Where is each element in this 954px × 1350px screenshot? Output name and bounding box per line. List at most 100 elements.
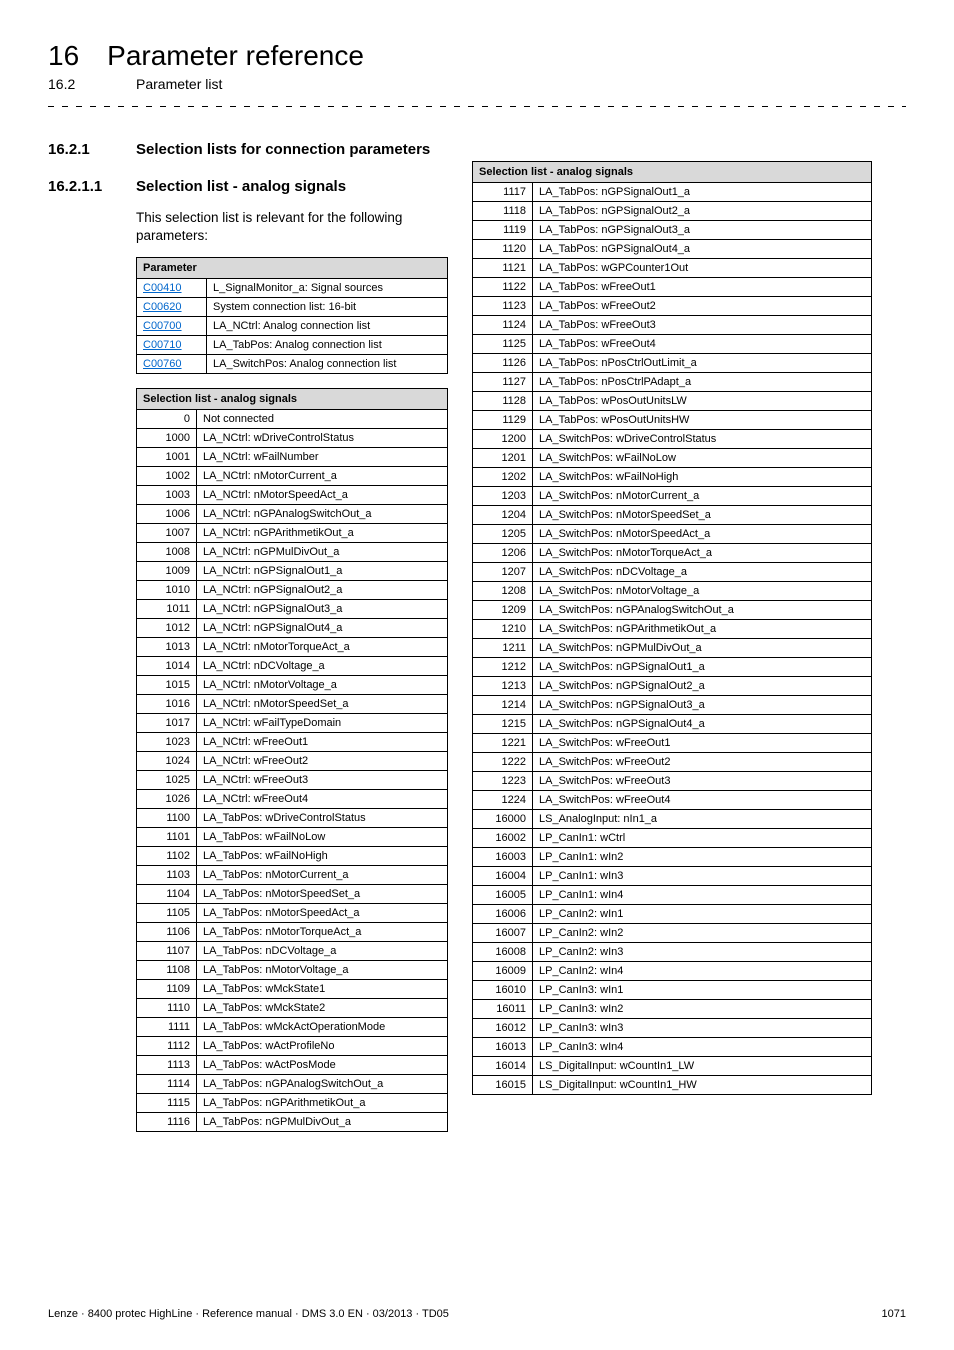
sel-text: LA_TabPos: wMckState2 (197, 999, 448, 1018)
sel-text: LA_TabPos: nMotorCurrent_a (197, 866, 448, 885)
sel-text: LA_SwitchPos: nMotorCurrent_a (533, 487, 872, 506)
sel-header-left: Selection list - analog signals (137, 389, 448, 410)
param-code-link[interactable]: C00620 (143, 301, 182, 313)
sel-text: LA_SwitchPos: wFreeOut2 (533, 753, 872, 772)
sel-number: 16000 (473, 810, 533, 829)
sel-number: 1016 (137, 695, 197, 714)
sel-text: LA_NCtrl: nGPAnalogSwitchOut_a (197, 505, 448, 524)
table-row: 16000LS_AnalogInput: nIn1_a (473, 810, 872, 829)
table-row: 16007LP_CanIn2: wIn2 (473, 924, 872, 943)
table-row: C00410L_SignalMonitor_a: Signal sources (137, 279, 448, 298)
table-row: 1214LA_SwitchPos: nGPSignalOut3_a (473, 696, 872, 715)
sel-text: LA_NCtrl: wFailTypeDomain (197, 714, 448, 733)
sel-number: 16003 (473, 848, 533, 867)
sel-number: 1108 (137, 961, 197, 980)
sel-text: LA_TabPos: wFreeOut2 (533, 297, 872, 316)
param-code-link[interactable]: C00410 (143, 282, 182, 294)
table-row: 1224LA_SwitchPos: wFreeOut4 (473, 791, 872, 810)
table-row: 1014LA_NCtrl: nDCVoltage_a (137, 657, 448, 676)
sel-number: 1214 (473, 696, 533, 715)
sel-text: LP_CanIn2: wIn4 (533, 962, 872, 981)
table-row: 1205LA_SwitchPos: nMotorSpeedAct_a (473, 525, 872, 544)
sel-text: LA_SwitchPos: wFailNoHigh (533, 468, 872, 487)
sel-text: LA_NCtrl: nGPSignalOut4_a (197, 619, 448, 638)
table-row: 1200LA_SwitchPos: wDriveControlStatus (473, 430, 872, 449)
table-row: C00760LA_SwitchPos: Analog connection li… (137, 355, 448, 374)
table-row: 1015LA_NCtrl: nMotorVoltage_a (137, 676, 448, 695)
sel-number: 1008 (137, 543, 197, 562)
table-row: 1000LA_NCtrl: wDriveControlStatus (137, 429, 448, 448)
sel-number: 1204 (473, 506, 533, 525)
sel-number: 1012 (137, 619, 197, 638)
table-row: 16009LP_CanIn2: wIn4 (473, 962, 872, 981)
sel-text: LP_CanIn3: wIn4 (533, 1038, 872, 1057)
sel-text: LA_TabPos: nPosCtrlOutLimit_a (533, 354, 872, 373)
sel-number: 1109 (137, 980, 197, 999)
h3-number: 16.2.1 (48, 141, 106, 158)
sel-text: LA_SwitchPos: wFreeOut1 (533, 734, 872, 753)
sel-text: LA_SwitchPos: nGPSignalOut4_a (533, 715, 872, 734)
sel-number: 1221 (473, 734, 533, 753)
table-row: 1222LA_SwitchPos: wFreeOut2 (473, 753, 872, 772)
sel-text: LP_CanIn1: wIn3 (533, 867, 872, 886)
sel-text: LA_SwitchPos: nGPSignalOut2_a (533, 677, 872, 696)
table-row: 1202LA_SwitchPos: wFailNoHigh (473, 468, 872, 487)
sel-number: 16008 (473, 943, 533, 962)
sel-text: LA_TabPos: nGPSignalOut2_a (533, 202, 872, 221)
sel-text: LA_NCtrl: nMotorTorqueAct_a (197, 638, 448, 657)
sel-number: 1120 (473, 240, 533, 259)
table-row: 0Not connected (137, 410, 448, 429)
sel-number: 16015 (473, 1076, 533, 1095)
sel-number: 1006 (137, 505, 197, 524)
table-row: 1003LA_NCtrl: nMotorSpeedAct_a (137, 486, 448, 505)
table-row: 1017LA_NCtrl: wFailTypeDomain (137, 714, 448, 733)
sel-number: 1104 (137, 885, 197, 904)
table-row: 1116LA_TabPos: nGPMulDivOut_a (137, 1113, 448, 1132)
table-row: 1128LA_TabPos: wPosOutUnitsLW (473, 392, 872, 411)
sel-number: 1001 (137, 448, 197, 467)
sel-number: 1106 (137, 923, 197, 942)
sel-text: LA_TabPos: wActPosMode (197, 1056, 448, 1075)
param-code-link[interactable]: C00700 (143, 320, 182, 332)
sel-text: LA_SwitchPos: nMotorSpeedSet_a (533, 506, 872, 525)
sel-text: LP_CanIn2: wIn1 (533, 905, 872, 924)
h4-title: Selection list - analog signals (136, 178, 346, 195)
sel-number: 1212 (473, 658, 533, 677)
sel-number: 1114 (137, 1075, 197, 1094)
sel-number: 1119 (473, 221, 533, 240)
table-row: 1001LA_NCtrl: wFailNumber (137, 448, 448, 467)
sel-text: LA_SwitchPos: nGPMulDivOut_a (533, 639, 872, 658)
section-number: 16.2 (48, 76, 106, 92)
sel-text: LA_TabPos: nMotorVoltage_a (197, 961, 448, 980)
sel-text: LA_TabPos: wMckActOperationMode (197, 1018, 448, 1037)
param-code-link[interactable]: C00760 (143, 358, 182, 370)
table-row: 16005LP_CanIn1: wIn4 (473, 886, 872, 905)
table-row: 1120LA_TabPos: nGPSignalOut4_a (473, 240, 872, 259)
table-row: 1212LA_SwitchPos: nGPSignalOut1_a (473, 658, 872, 677)
sel-number: 1107 (137, 942, 197, 961)
table-row: 16010LP_CanIn3: wIn1 (473, 981, 872, 1000)
table-row: 1204LA_SwitchPos: nMotorSpeedSet_a (473, 506, 872, 525)
param-desc: System connection list: 16-bit (207, 298, 448, 317)
sel-text: LP_CanIn3: wIn1 (533, 981, 872, 1000)
table-row: 1119LA_TabPos: nGPSignalOut3_a (473, 221, 872, 240)
sel-number: 1111 (137, 1018, 197, 1037)
sel-text: LA_NCtrl: wFailNumber (197, 448, 448, 467)
table-row: 16008LP_CanIn2: wIn3 (473, 943, 872, 962)
parameter-table: Parameter C00410L_SignalMonitor_a: Signa… (136, 257, 448, 374)
sel-number: 1011 (137, 600, 197, 619)
sel-number: 1124 (473, 316, 533, 335)
sel-text: LA_SwitchPos: nGPSignalOut3_a (533, 696, 872, 715)
sel-text: LA_TabPos: nPosCtrlPAdapt_a (533, 373, 872, 392)
sel-number: 1003 (137, 486, 197, 505)
sel-number: 1101 (137, 828, 197, 847)
sel-text: LA_TabPos: wFreeOut1 (533, 278, 872, 297)
param-code-link[interactable]: C00710 (143, 339, 182, 351)
sel-number: 1122 (473, 278, 533, 297)
table-row: 1109LA_TabPos: wMckState1 (137, 980, 448, 999)
table-row: 1110LA_TabPos: wMckState2 (137, 999, 448, 1018)
selection-table-right: Selection list - analog signals 1117LA_T… (472, 161, 872, 1095)
sel-number: 16009 (473, 962, 533, 981)
sel-text: LA_SwitchPos: nMotorTorqueAct_a (533, 544, 872, 563)
table-row: 1206LA_SwitchPos: nMotorTorqueAct_a (473, 544, 872, 563)
